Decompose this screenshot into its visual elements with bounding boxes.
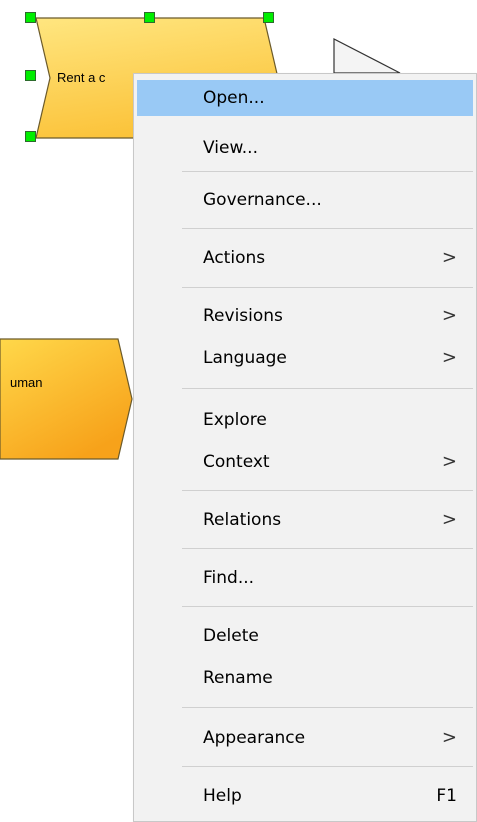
menu-item-label: Open...: [203, 88, 265, 108]
menu-item-label: Context: [203, 452, 270, 472]
function-shape-human[interactable]: [0, 338, 133, 460]
menu-item-label: Rename: [203, 668, 273, 688]
menu-item-label: Revisions: [203, 306, 283, 326]
shortcut-label: F1: [436, 786, 457, 806]
selection-handle-middle-left[interactable]: [25, 70, 36, 81]
shape-label-rent: Rent a c: [57, 70, 106, 85]
submenu-arrow-icon: >: [441, 305, 457, 326]
menu-item-label: Explore: [203, 410, 267, 430]
selection-handle-top-middle[interactable]: [144, 12, 155, 23]
menu-item-label: Governance...: [203, 190, 322, 210]
menu-item-label: Find...: [203, 568, 255, 588]
submenu-arrow-icon: >: [441, 727, 457, 748]
menu-separator: [182, 707, 473, 708]
menu-item-label: Help: [203, 786, 242, 806]
menu-separator: [182, 171, 473, 172]
shape-label-human: uman: [10, 375, 43, 390]
selection-handle-top-left[interactable]: [25, 12, 36, 23]
menu-item-language[interactable]: Language >: [137, 340, 473, 376]
menu-item-context[interactable]: Context >: [137, 444, 473, 480]
menu-item-relations[interactable]: Relations >: [137, 502, 473, 538]
context-menu: Open... View... Governance... Actions > …: [133, 73, 477, 822]
menu-item-open[interactable]: Open...: [137, 80, 473, 116]
menu-item-revisions[interactable]: Revisions >: [137, 298, 473, 334]
menu-separator: [182, 606, 473, 607]
menu-item-governance[interactable]: Governance...: [137, 182, 473, 218]
menu-separator: [182, 548, 473, 549]
menu-item-label: Language: [203, 348, 287, 368]
selection-handle-top-right[interactable]: [263, 12, 274, 23]
menu-item-explore[interactable]: Explore: [137, 402, 473, 438]
menu-item-label: Actions: [203, 248, 266, 268]
menu-separator: [182, 228, 473, 229]
menu-item-appearance[interactable]: Appearance >: [137, 720, 473, 756]
triangle-shape[interactable]: [333, 38, 401, 74]
submenu-arrow-icon: >: [441, 347, 457, 368]
selection-handle-bottom-left[interactable]: [25, 131, 36, 142]
menu-item-actions[interactable]: Actions >: [137, 240, 473, 276]
menu-item-label: View...: [203, 138, 258, 158]
submenu-arrow-icon: >: [441, 509, 457, 530]
submenu-arrow-icon: >: [441, 247, 457, 268]
submenu-arrow-icon: >: [441, 451, 457, 472]
menu-item-delete[interactable]: Delete: [137, 618, 473, 654]
menu-separator: [182, 388, 473, 389]
menu-separator: [182, 287, 473, 288]
menu-item-label: Appearance: [203, 728, 306, 748]
menu-item-view[interactable]: View...: [137, 130, 473, 166]
menu-item-find[interactable]: Find...: [137, 560, 473, 596]
menu-separator: [182, 490, 473, 491]
menu-separator: [182, 766, 473, 767]
menu-item-help[interactable]: Help F1: [137, 778, 473, 814]
menu-item-label: Relations: [203, 510, 282, 530]
menu-item-label: Delete: [203, 626, 259, 646]
menu-item-rename[interactable]: Rename: [137, 660, 473, 696]
